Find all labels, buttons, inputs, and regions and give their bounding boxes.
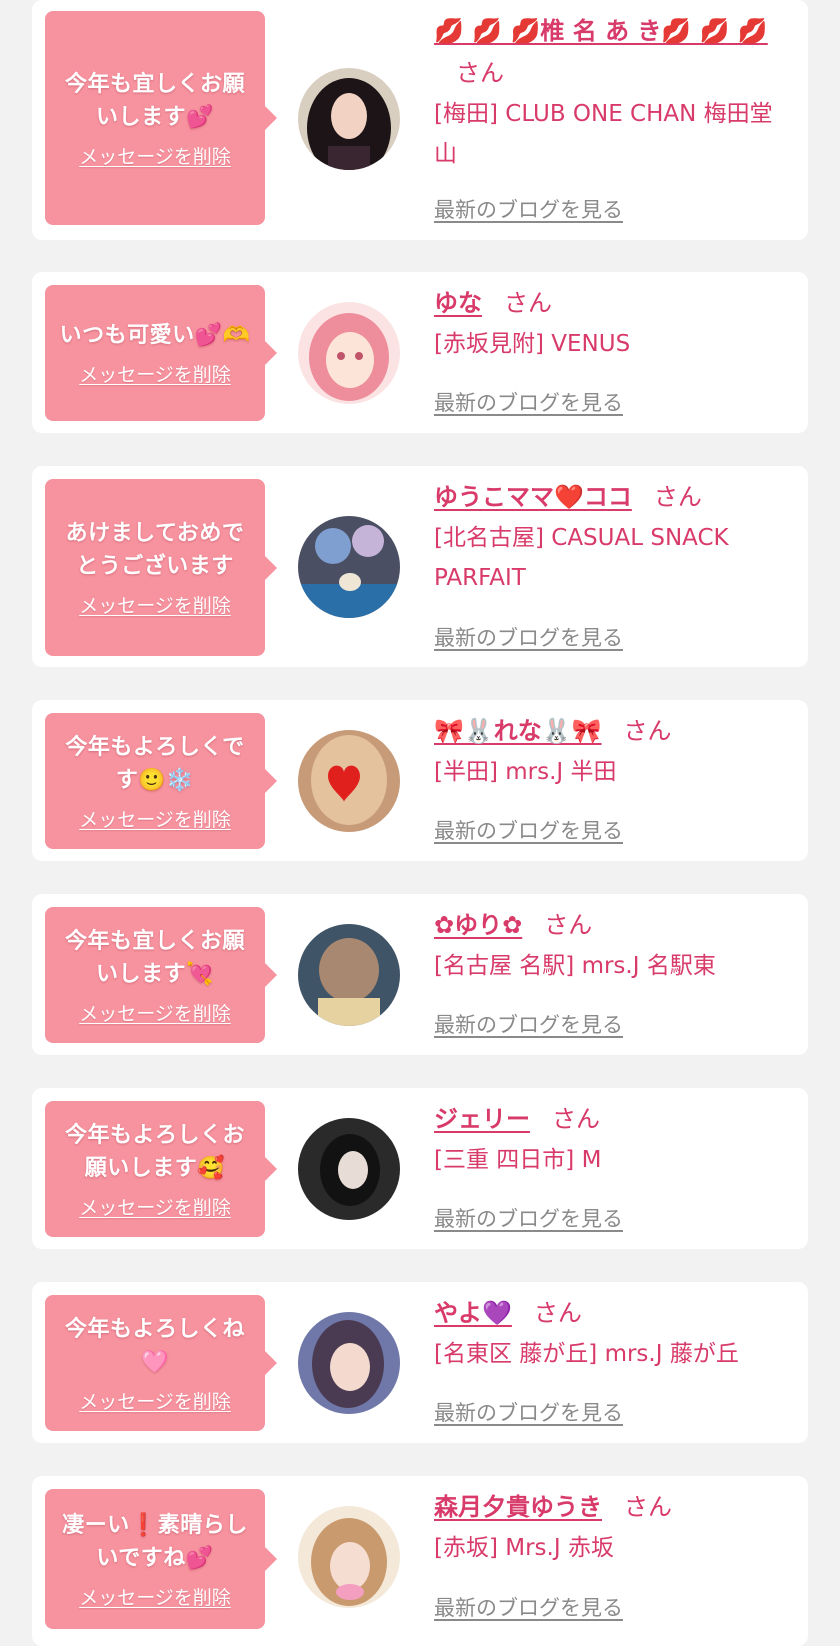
honorific: さん [504, 289, 552, 317]
message-text: 今年も宜しくお願いします💘 [64, 928, 245, 987]
cast-name-line: ✿ゆり✿ さん [434, 904, 792, 946]
cast-info: ジェリー さん [三重 四日市] M [434, 1098, 792, 1180]
latest-blog-link[interactable]: 最新のブログを見る [434, 1592, 623, 1622]
message-bubble: 今年もよろしくね🩷 メッセージを削除 [45, 1295, 277, 1431]
delete-message-link[interactable]: メッセージを削除 [79, 805, 231, 832]
cast-info: ゆな さん [赤坂見附] VENUS [434, 282, 792, 364]
cast-info: ゆうこママ❤️ココ さん [北名古屋] CASUAL SNACK PARFAIT [434, 476, 792, 598]
message-text: 今年もよろしくお願いします🥰 [64, 1122, 245, 1181]
cast-info: やよ💜 さん [名東区 藤が丘] mrs.J 藤が丘 [434, 1292, 792, 1374]
cast-info: 💋 💋 💋椎 名 あ き💋 💋 💋 さん [梅田] CLUB ONE CHAN 梅… [434, 10, 792, 174]
message-card: 今年もよろしくお願いします🥰 メッセージを削除 ジェリー さん [三重 四日市] … [32, 1088, 808, 1249]
avatar[interactable] [298, 1506, 400, 1608]
cast-name-link[interactable]: ゆうこママ❤️ココ [434, 483, 632, 511]
message-bubble: 今年もよろしくお願いします🥰 メッセージを削除 [45, 1101, 277, 1237]
message-text: あけましておめでとうございます [65, 521, 245, 579]
cast-name-link[interactable]: ジェリー [434, 1105, 530, 1133]
cast-name-link[interactable]: 森月夕貴ゆうき [434, 1493, 602, 1521]
message-text: いつも可愛い💕🫶 [59, 323, 251, 348]
store-label: [名東区 藤が丘] mrs.J 藤が丘 [434, 1341, 739, 1367]
latest-blog-link[interactable]: 最新のブログを見る [434, 622, 623, 652]
message-bubble: 今年も宜しくお願いします💘 メッセージを削除 [45, 907, 277, 1043]
cast-name-link[interactable]: ゆな [434, 289, 482, 317]
message-card: 今年も宜しくお願いします💘 メッセージを削除 ✿ゆり✿ さん [名古屋 名駅] m… [32, 894, 808, 1055]
latest-blog-link[interactable]: 最新のブログを見る [434, 815, 623, 845]
delete-message-link[interactable]: メッセージを削除 [79, 1193, 231, 1220]
honorific: さん [533, 1299, 582, 1327]
message-bubble: あけましておめでとうございます メッセージを削除 [45, 479, 277, 656]
cast-info: ✿ゆり✿ さん [名古屋 名駅] mrs.J 名駅東 [434, 904, 792, 986]
avatar[interactable] [298, 1118, 400, 1220]
delete-message-link[interactable]: メッセージを削除 [79, 1387, 231, 1414]
cast-name-link[interactable]: ✿ゆり✿ [434, 911, 522, 939]
latest-blog-link[interactable]: 最新のブログを見る [434, 1203, 623, 1233]
cast-name-link[interactable]: やよ💜 [434, 1299, 512, 1327]
cast-name-link[interactable]: 💋 💋 💋椎 名 あ き💋 💋 💋 [434, 17, 768, 45]
avatar[interactable] [298, 68, 400, 170]
message-text: 今年もよろしくです🙂❄️ [65, 734, 245, 793]
cast-info: 森月夕貴ゆうき さん [赤坂] Mrs.J 赤坂 [434, 1486, 792, 1568]
store-label: [梅田] CLUB ONE CHAN 梅田堂山 [434, 101, 773, 167]
latest-blog-link[interactable]: 最新のブログを見る [434, 1009, 623, 1039]
delete-message-link[interactable]: メッセージを削除 [79, 591, 231, 618]
message-list: 今年も宜しくお願いします💕 メッセージを削除 💋 💋 💋椎 名 あ き💋 💋 💋… [0, 0, 840, 1646]
store-label: [三重 四日市] M [434, 1147, 602, 1173]
delete-message-link[interactable]: メッセージを削除 [79, 1583, 231, 1610]
message-bubble: いつも可愛い💕🫶 メッセージを削除 [45, 285, 277, 421]
message-card: いつも可愛い💕🫶 メッセージを削除 ゆな さん [赤坂見附] VENUS 最新のブ… [32, 272, 808, 433]
cast-name-line: 森月夕貴ゆうき さん [434, 1486, 792, 1528]
avatar[interactable] [298, 924, 400, 1026]
avatar-photo-icon [298, 516, 400, 618]
store-label: [名古屋 名駅] mrs.J 名駅東 [434, 953, 716, 979]
avatar-photo-icon [298, 1506, 400, 1608]
cast-name-line: やよ💜 さん [434, 1292, 792, 1334]
avatar[interactable] [298, 730, 400, 832]
message-text: 凄ーい❗素晴らしいですね💕 [62, 1512, 248, 1571]
message-card: あけましておめでとうございます メッセージを削除 ゆうこママ❤️ココ さん [北名… [32, 466, 808, 667]
store-label: [赤坂] Mrs.J 赤坂 [434, 1535, 614, 1561]
avatar-photo-icon [298, 924, 400, 1026]
latest-blog-link[interactable]: 最新のブログを見る [434, 1397, 623, 1427]
avatar[interactable] [298, 302, 400, 404]
latest-blog-link[interactable]: 最新のブログを見る [434, 387, 623, 417]
cast-name-line: ゆうこママ❤️ココ さん [434, 476, 792, 518]
avatar[interactable] [298, 1312, 400, 1414]
honorific: さん [623, 717, 672, 745]
delete-message-link[interactable]: メッセージを削除 [79, 360, 231, 387]
cast-name-line: 🎀🐰れな🐰🎀 さん [434, 710, 792, 752]
delete-message-link[interactable]: メッセージを削除 [79, 142, 231, 169]
avatar[interactable] [298, 516, 400, 618]
cast-name-line: 💋 💋 💋椎 名 あ き💋 💋 💋 さん [434, 10, 792, 94]
cast-name-line: ジェリー さん [434, 1098, 792, 1140]
latest-blog-link[interactable]: 最新のブログを見る [434, 194, 623, 224]
avatar-illustration-icon [298, 302, 400, 404]
message-bubble: 今年も宜しくお願いします💕 メッセージを削除 [45, 11, 277, 225]
message-card: 凄ーい❗素晴らしいですね💕 メッセージを削除 森月夕貴ゆうき さん [赤坂] Mr… [32, 1476, 808, 1646]
avatar-photo-icon [298, 1312, 400, 1414]
message-bubble: 凄ーい❗素晴らしいですね💕 メッセージを削除 [45, 1489, 277, 1629]
message-bubble: 今年もよろしくです🙂❄️ メッセージを削除 [45, 713, 277, 849]
message-card: 今年も宜しくお願いします💕 メッセージを削除 💋 💋 💋椎 名 あ き💋 💋 💋… [32, 0, 808, 240]
avatar-photo-icon [298, 730, 400, 832]
message-card: 今年もよろしくね🩷 メッセージを削除 やよ💜 さん [名東区 藤が丘] mrs.J… [32, 1282, 808, 1443]
delete-message-link[interactable]: メッセージを削除 [79, 999, 231, 1026]
honorific: さん [456, 59, 504, 87]
cast-name-link[interactable]: 🎀🐰れな🐰🎀 [434, 717, 602, 745]
store-label: [北名古屋] CASUAL SNACK PARFAIT [434, 525, 729, 591]
store-label: [半田] mrs.J 半田 [434, 759, 617, 785]
honorific: さん [552, 1105, 600, 1133]
avatar-photo-icon [298, 68, 400, 170]
message-text: 今年もよろしくね🩷 [64, 1316, 245, 1375]
avatar-photo-icon [298, 1118, 400, 1220]
honorific: さん [544, 911, 593, 939]
message-card: 今年もよろしくです🙂❄️ メッセージを削除 🎀🐰れな🐰🎀 さん [半田] mrs.… [32, 700, 808, 861]
honorific: さん [624, 1493, 672, 1521]
store-label: [赤坂見附] VENUS [434, 331, 631, 357]
cast-name-line: ゆな さん [434, 282, 792, 324]
honorific: さん [653, 483, 702, 511]
cast-info: 🎀🐰れな🐰🎀 さん [半田] mrs.J 半田 [434, 710, 792, 792]
message-text: 今年も宜しくお願いします💕 [64, 71, 245, 130]
